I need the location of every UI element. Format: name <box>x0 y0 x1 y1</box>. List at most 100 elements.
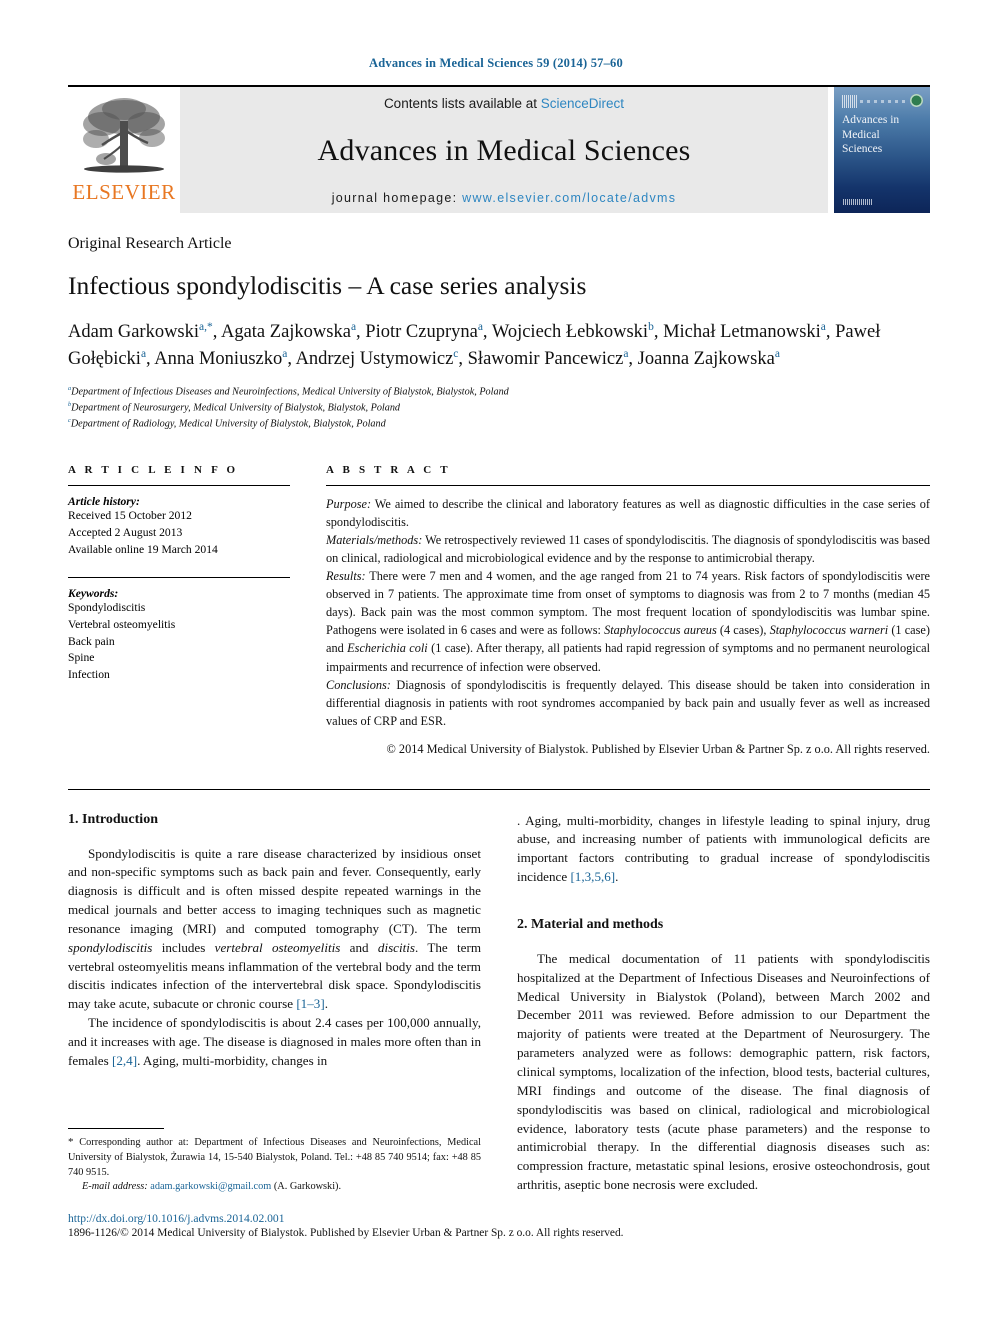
author-affiliation-mark: a <box>623 347 629 360</box>
available-online-date: Available online 19 March 2014 <box>68 542 218 556</box>
keyword-item: Infection <box>68 668 110 682</box>
contents-available-line: Contents lists available at ScienceDirec… <box>384 96 624 111</box>
keyword-item: Spondylodiscitis <box>68 600 146 614</box>
citation-link[interactable]: [1,3,5,6] <box>570 869 615 884</box>
abstract-copyright: © 2014 Medical University of Bialystok. … <box>386 741 931 756</box>
author-item: Sławomir Pancewicza <box>467 347 629 370</box>
author-item: Wojciech Łebkowskib <box>491 320 654 342</box>
author-affiliation-mark: a,* <box>199 320 213 333</box>
abstract-methods: Materials/methods: We retrospectively re… <box>326 531 930 567</box>
author-name: Wojciech Łebkowski <box>491 321 649 342</box>
author-list: Adam Garkowskia,*, Agata Zajkowskaa, Pio… <box>68 320 881 370</box>
sciencedirect-link[interactable]: ScienceDirect <box>541 96 624 111</box>
author-item: Joanna Zajkowskaa <box>637 347 780 370</box>
masthead-center-panel: Contents lists available at ScienceDirec… <box>180 87 828 213</box>
footnote-divider <box>68 1128 164 1130</box>
intro-paragraph-1: Spondylodiscitis is quite a rare disease… <box>68 845 482 1012</box>
abstract-conclusions-text: Diagnosis of spondylodiscitis is frequen… <box>326 677 930 728</box>
abstract-methods-heading: Materials/methods: <box>326 533 423 548</box>
journal-cover-thumbnail: Advances in Medical Sciences <box>834 87 930 213</box>
keywords-heading: Keywords: <box>68 586 119 600</box>
author-affiliation-mark: a <box>282 347 288 360</box>
title-block: Original Research Article Infectious spo… <box>68 235 930 432</box>
affiliation-list: aDepartment of Infectious Diseases and N… <box>68 384 930 432</box>
abstract-conclusions-heading: Conclusions: <box>326 677 391 692</box>
journal-homepage-line: journal homepage: www.elsevier.com/locat… <box>332 191 677 205</box>
intro-paragraph-2-right: . Aging, multi-morbidity, changes in lif… <box>517 812 930 885</box>
section-heading-introduction: 1. Introduction <box>68 811 158 827</box>
author-name: Piotr Czupryna <box>365 321 478 342</box>
author-item: Adam Garkowskia,* <box>68 320 213 342</box>
author-name: Anna Moniuszko <box>154 349 283 370</box>
term-italic: discitis <box>377 939 415 955</box>
author-name: Agata Zajkowska <box>220 321 351 342</box>
footnote-block: * Corresponding author at: Department of… <box>68 1128 481 1194</box>
page-footer: http://dx.doi.org/10.1016/j.advms.2014.0… <box>68 1212 930 1239</box>
received-date: Received 15 October 2012 <box>68 508 192 522</box>
abstract-results-heading: Results: <box>326 569 366 584</box>
issn-copyright-line: 1896-1126/© 2014 Medical University of B… <box>68 1227 624 1239</box>
methods-paragraph-1: The medical documentation of 11 patients… <box>517 950 930 1193</box>
body-column-left: 1. Introduction Spondylodiscitis is quit… <box>68 812 481 1195</box>
author-affiliation-mark: b <box>648 320 654 333</box>
author-affiliation-mark: a <box>774 347 780 360</box>
elsevier-wordmark: ELSEVIER <box>72 180 176 204</box>
author-name: Adam Garkowski <box>68 321 200 342</box>
affiliation-text: Department of Radiology, Medical Univers… <box>70 418 386 430</box>
keyword-item: Vertebral osteomyelitis <box>68 617 176 631</box>
author-name: Joanna Zajkowska <box>637 349 775 370</box>
author-affiliation-mark: a <box>820 320 826 333</box>
citation-link[interactable]: [1–3] <box>296 996 324 1011</box>
abstract-purpose-heading: Purpose: <box>326 496 372 511</box>
article-page: Advances in Medical Sciences 59 (2014) 5… <box>0 0 992 1323</box>
cover-dotted-rule <box>860 100 908 103</box>
cover-publisher-mark <box>843 199 873 205</box>
author-affiliation-mark: a <box>350 320 357 333</box>
cover-title: Advances in Medical Sciences <box>842 114 900 156</box>
author-name: Sławomir Pancewicz <box>467 349 624 370</box>
corresponding-author-text: Corresponding author at: Department of I… <box>68 1137 481 1178</box>
abstract-column: A B S T R A C T Purpose: We aimed to des… <box>326 464 930 759</box>
info-abstract-region: A R T I C L E I N F O Article history: R… <box>68 464 930 759</box>
doi-link[interactable]: http://dx.doi.org/10.1016/j.advms.2014.0… <box>68 1212 930 1225</box>
pathogen-name: Escherichia coli <box>347 641 428 656</box>
affiliation-text: Department of Infectious Diseases and Ne… <box>71 386 509 398</box>
running-head: Advances in Medical Sciences 59 (2014) 5… <box>369 56 623 70</box>
elsevier-tree-icon <box>83 98 165 173</box>
author-item: Michał Letmanowskia <box>663 320 826 342</box>
divider <box>326 484 930 486</box>
abstract-purpose-text: We aimed to describe the clinical and la… <box>326 496 930 529</box>
keyword-item: Spine <box>68 651 95 665</box>
term-italic: vertebral osteomyelitis <box>214 939 341 955</box>
citation-link[interactable]: [2,4] <box>112 1053 137 1068</box>
email-owner: (A. Garkowski). <box>273 1181 342 1193</box>
journal-masthead: ELSEVIER Contents lists available at Sci… <box>68 85 930 213</box>
globe-icon <box>910 94 923 107</box>
author-affiliation-mark: a <box>140 347 147 360</box>
author-item: Agata Zajkowskaa <box>220 320 357 342</box>
divider <box>68 576 290 578</box>
author-item: Piotr Czuprynaa <box>365 320 483 342</box>
article-type-label: Original Research Article <box>68 235 232 252</box>
journal-homepage-link[interactable]: www.elsevier.com/locate/advms <box>462 191 676 205</box>
pathogen-name: Staphylococcus warneri <box>769 623 889 638</box>
asterisk-icon: * <box>68 1136 74 1149</box>
pathogen-name: Staphylococcus aureus <box>604 623 717 638</box>
cover-barcode-icon <box>842 95 857 108</box>
abstract-results: Results: There were 7 men and 4 women, a… <box>326 567 930 675</box>
email-label: E-mail address: <box>82 1181 148 1193</box>
author-affiliation-mark: a <box>477 320 483 333</box>
affiliation-text: Department of Neurosurgery, Medical Univ… <box>71 402 401 414</box>
author-name: Andrzej Ustymowicz <box>295 349 454 370</box>
abstract-label: A B S T R A C T <box>326 463 451 476</box>
section-heading-material-methods: 2. Material and methods <box>517 916 664 932</box>
abstract-body: Purpose: We aimed to describe the clinic… <box>326 495 930 759</box>
author-affiliation-mark: c <box>453 347 459 360</box>
abstract-results-text: (4 cases), <box>716 623 770 638</box>
accepted-date: Accepted 2 August 2013 <box>68 525 183 539</box>
article-body: 1. Introduction Spondylodiscitis is quit… <box>68 788 930 1195</box>
email-link[interactable]: adam.garkowski@gmail.com <box>150 1181 271 1192</box>
page-title: Infectious spondylodiscitis – A case ser… <box>68 271 587 300</box>
affiliation-item: cDepartment of Radiology, Medical Univer… <box>68 416 930 432</box>
